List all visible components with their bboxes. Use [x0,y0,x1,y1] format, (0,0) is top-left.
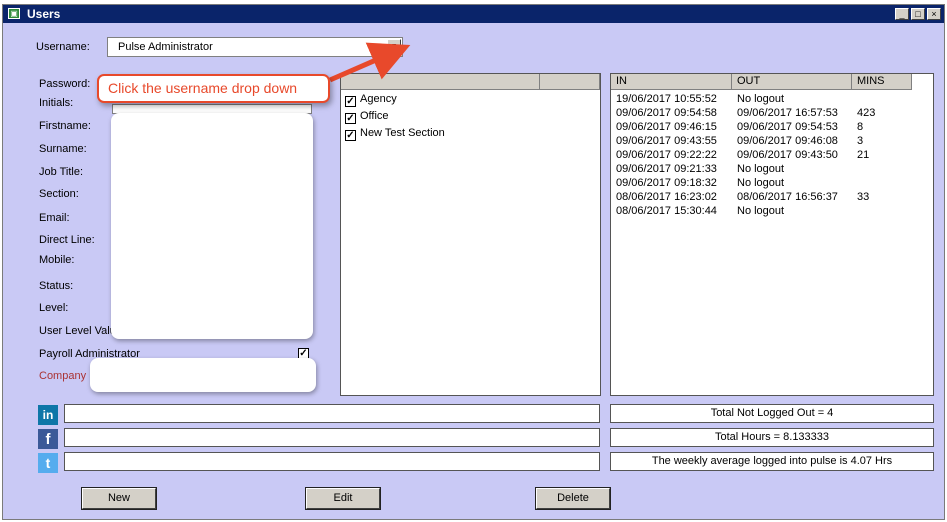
facebook-field[interactable] [64,428,600,447]
twitter-icon[interactable]: t [38,453,58,473]
total-not-logged-out: Total Not Logged Out = 4 [610,404,934,423]
weekly-average: The weekly average logged into pulse is … [610,452,934,471]
twitter-field[interactable] [64,452,600,471]
linkedin-icon[interactable]: in [38,405,58,425]
total-hours: Total Hours = 8.133333 [610,428,934,447]
callout-label: Click the username drop down [97,74,330,103]
new-button[interactable]: New [82,488,156,509]
facebook-icon[interactable]: f [38,429,58,449]
linkedin-field[interactable] [64,404,600,423]
delete-button[interactable]: Delete [536,488,610,509]
edit-button[interactable]: Edit [306,488,380,509]
